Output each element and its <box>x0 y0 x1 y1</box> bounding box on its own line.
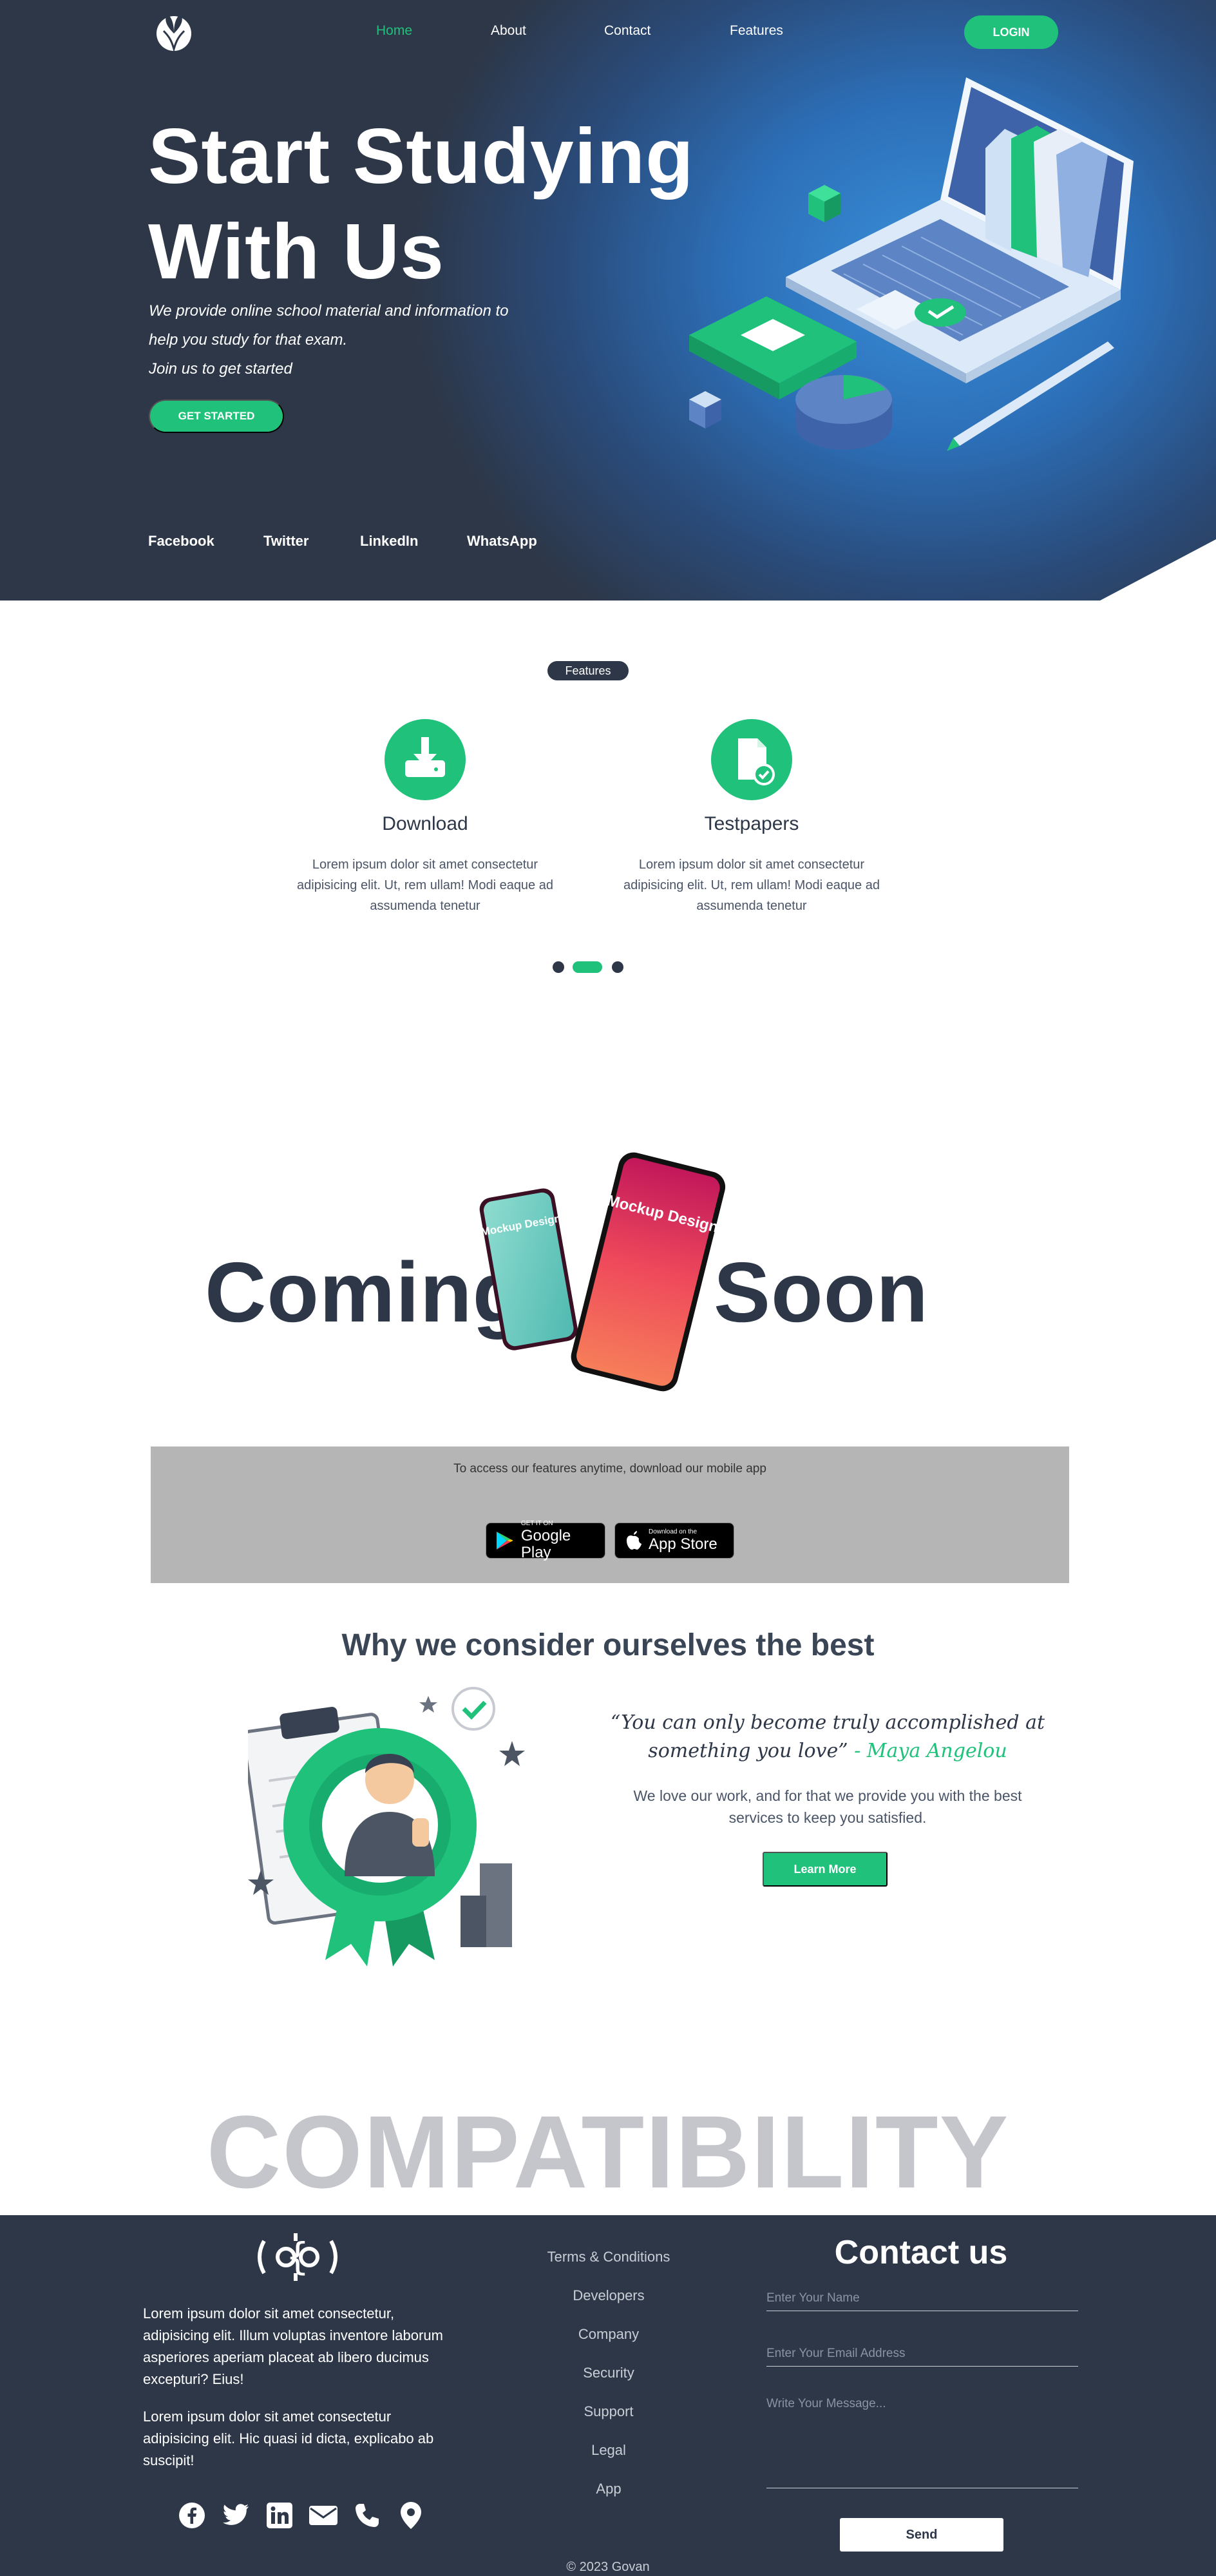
nav-contact[interactable]: Contact <box>604 23 651 39</box>
hero-title-line1: Start Studying <box>148 112 694 200</box>
hero-title: Start Studying With Us <box>148 108 694 299</box>
feature-download-card-icon <box>385 719 466 800</box>
feature-testpaper-card-icon <box>711 719 792 800</box>
laptop-study-illustration <box>689 77 1134 451</box>
carousel-dot[interactable] <box>553 961 564 973</box>
hero-subtitle-line1: We provide online school material and in… <box>149 302 509 320</box>
feature-text: Lorem ipsum dolor sit amet consectetur a… <box>623 858 880 913</box>
why-description: We love our work, and for that we provid… <box>633 1787 1022 1826</box>
app-store-big-text: App Store <box>649 1535 717 1553</box>
footer-link-app[interactable]: App <box>502 2481 715 2519</box>
code-logo-icon[interactable]: { <box>252 2228 343 2286</box>
message-field[interactable] <box>766 2392 1078 2488</box>
footer-social-icons <box>176 2500 426 2531</box>
phone-icon[interactable] <box>352 2500 383 2531</box>
social-linkedin[interactable]: LinkedIn <box>360 533 418 550</box>
testpaper-icon <box>738 738 775 785</box>
google-play-button[interactable]: GET IT ON Google Play <box>486 1520 605 1561</box>
why-title: Why we consider ourselves the best <box>341 1628 875 1662</box>
login-button[interactable]: LOGIN <box>964 15 1058 49</box>
twitter-icon[interactable] <box>220 2500 251 2531</box>
carousel-dot[interactable] <box>612 961 623 973</box>
nav-about[interactable]: About <box>491 23 526 39</box>
hero-corner-cut <box>1100 539 1216 601</box>
svg-text:{: { <box>287 2235 309 2278</box>
feature-title: Testpapers <box>704 813 799 834</box>
social-twitter[interactable]: Twitter <box>263 533 309 550</box>
carousel-dot-active[interactable] <box>573 961 602 973</box>
hero-subtitle: We provide online school material and in… <box>149 296 561 383</box>
feature-title: Download <box>382 813 468 834</box>
footer-paragraph-1: Lorem ipsum dolor sit amet consectetur, … <box>143 2305 443 2387</box>
footer-link-legal[interactable]: Legal <box>502 2442 715 2481</box>
hero-title-line2: With Us <box>148 207 444 295</box>
footer-link-developers[interactable]: Developers <box>502 2287 715 2326</box>
contact-title: Contact us <box>834 2234 1008 2271</box>
nav-home[interactable]: Home <box>376 23 412 39</box>
compatibility-heading: COMPATIBILITY <box>206 2094 1010 2209</box>
location-icon[interactable] <box>395 2500 426 2531</box>
hero-subtitle-line3: Join us to get started <box>149 360 292 378</box>
social-facebook[interactable]: Facebook <box>148 533 214 550</box>
apple-icon <box>627 1531 641 1550</box>
footer-link-support[interactable]: Support <box>502 2403 715 2442</box>
download-app-text: To access our features anytime, download… <box>453 1462 766 1475</box>
google-play-icon <box>496 1532 513 1550</box>
footer-link-company[interactable]: Company <box>502 2326 715 2365</box>
social-whatsapp[interactable]: WhatsApp <box>467 533 537 550</box>
download-app-banner: To access our features anytime, download… <box>151 1447 1069 1583</box>
download-icon <box>405 737 445 777</box>
phone-mockup-image: Mockup Design Mockup Design <box>479 1152 726 1392</box>
email-icon[interactable] <box>308 2500 339 2531</box>
features-pill: Features <box>547 661 629 680</box>
get-started-button[interactable]: GET STARTED <box>149 399 284 433</box>
copyright-text: © 2023 Govan <box>566 2560 650 2574</box>
feature-text: Lorem ipsum dolor sit amet consectetur a… <box>297 858 553 913</box>
nav-features[interactable]: Features <box>730 23 783 39</box>
logo-icon[interactable] <box>155 12 193 52</box>
facebook-icon[interactable] <box>176 2500 207 2531</box>
footer-paragraph-2: Lorem ipsum dolor sit amet consectetur a… <box>143 2408 434 2468</box>
footer-links: Terms & Conditions Developers Company Se… <box>502 2249 715 2519</box>
learn-more-button[interactable]: Learn More <box>763 1852 888 1887</box>
hero-subtitle-line2: help you study for that exam. <box>149 331 348 349</box>
footer-link-security[interactable]: Security <box>502 2365 715 2403</box>
quote-block: “You can only become truly accomplished … <box>605 1709 1050 1765</box>
email-field[interactable] <box>766 2341 1078 2367</box>
quote-author: - Maya Angelou <box>854 1740 1007 1762</box>
send-button[interactable]: Send <box>840 2518 1003 2552</box>
linkedin-icon[interactable] <box>264 2500 295 2531</box>
hero-section: Home About Contact Features LOGIN Start … <box>0 0 1216 601</box>
app-store-button[interactable]: Download on the App Store <box>614 1523 734 1559</box>
footer: { Lorem ipsum dolor sit amet consectetur… <box>0 2215 1216 2576</box>
name-field[interactable] <box>766 2286 1078 2311</box>
google-play-big-text: Google Play <box>520 1527 571 1561</box>
footer-link-terms[interactable]: Terms & Conditions <box>502 2249 715 2287</box>
award-illustration <box>248 1687 525 1966</box>
